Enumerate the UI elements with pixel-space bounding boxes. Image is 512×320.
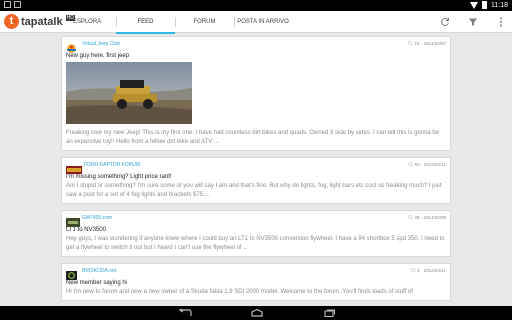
recent-apps-icon[interactable] — [322, 309, 336, 319]
notification-icon — [4, 1, 11, 8]
post-title[interactable]: New member saying hi — [62, 278, 450, 286]
tab-label: FORUM — [193, 19, 216, 25]
forum-logo-icon — [66, 214, 80, 227]
wifi-icon — [470, 1, 478, 9]
forum-logo-icon — [66, 161, 82, 174]
status-time: 11:18 — [491, 1, 508, 9]
tab-label: POSTA IN ARRIVO — [237, 19, 289, 25]
feed-card[interactable]: BRISKODA.net 🗨 4 · 2014/04/11 New member… — [61, 263, 451, 301]
notification-icons — [4, 1, 21, 8]
forum-logo-icon — [66, 40, 80, 53]
comment-count: 4 — [417, 268, 420, 273]
post-excerpt: Hi I'm new to forum and new a new owner … — [66, 289, 413, 295]
tab-posta-in-arrivo[interactable]: POSTA IN ARRIVO — [234, 11, 292, 33]
tab-feed[interactable]: FEED — [116, 11, 175, 34]
post-excerpt: Freaking love my new Jeep! This is my fi… — [66, 130, 440, 145]
post-date: 2014/04/11 — [423, 162, 446, 167]
post-excerpt: Am I stupid or something? I'm sure some … — [66, 183, 442, 198]
refresh-icon[interactable] — [438, 15, 452, 29]
tab-label: ESPLORA — [72, 19, 102, 25]
post-excerpt: Hey guys, I was wondering if anyone knew… — [66, 236, 445, 251]
post-meta: 🗨 15 · 2014/04/07 — [407, 41, 446, 46]
home-icon[interactable] — [250, 308, 264, 319]
battery-icon — [482, 1, 487, 9]
forum-name[interactable]: GM7400.com — [82, 215, 112, 221]
post-image-jeep[interactable] — [66, 62, 192, 124]
tab-divider — [116, 17, 117, 27]
feed-card[interactable]: FORD RAPTOR FORUM 🗨 52 · 2014/04/11 I'm … — [61, 157, 451, 204]
post-title[interactable]: I'm missing something? Light price rant! — [62, 172, 450, 180]
filter-icon[interactable] — [466, 15, 480, 29]
feed-card[interactable]: GM7400.com 🗨 28 · 2014/04/08 LT1 to NV35… — [61, 210, 451, 257]
tab-bar: ESPLORA FEED FORUM POSTA IN ARRIVO — [58, 11, 292, 34]
comment-count: 15 — [414, 41, 420, 46]
tab-divider — [175, 17, 176, 27]
forum-name[interactable]: BRISKODA.net — [82, 268, 116, 274]
feed-list[interactable]: Virtual Jeep Club 🗨 15 · 2014/04/07 New … — [61, 36, 451, 304]
forum-name[interactable]: Virtual Jeep Club — [82, 41, 120, 47]
comment-count: 28 — [414, 215, 420, 220]
forum-logo-icon — [66, 267, 80, 280]
back-icon[interactable] — [178, 307, 192, 319]
post-date: 2014/04/08 — [423, 215, 446, 220]
tapatalk-logo-icon: t — [4, 14, 19, 29]
tab-divider — [234, 17, 235, 27]
forum-name[interactable]: FORD RAPTOR FORUM — [84, 162, 140, 168]
post-meta: 🗨 52 · 2014/04/11 — [407, 162, 446, 167]
status-bar: 11:18 — [0, 0, 512, 11]
post-title[interactable]: New guy here, first jeep — [62, 51, 450, 59]
post-date: 2014/04/07 — [423, 41, 446, 46]
logo-text: tapatalk — [21, 15, 63, 28]
overflow-menu-icon[interactable] — [494, 15, 508, 29]
tab-forum[interactable]: FORUM — [175, 11, 234, 33]
image-notification-icon — [14, 1, 21, 8]
system-nav-bar — [0, 306, 512, 320]
post-title[interactable]: LT1 to NV3500 — [62, 225, 450, 233]
post-meta: 🗨 4 · 2014/04/11 — [410, 268, 446, 273]
post-date: 2014/04/11 — [423, 268, 446, 273]
app-bar: t tapatalk HD ESPLORA FEED FORUM POSTA I… — [0, 11, 512, 34]
post-meta: 🗨 28 · 2014/04/08 — [407, 215, 446, 220]
tab-esplora[interactable]: ESPLORA — [58, 11, 116, 33]
tab-label: FEED — [137, 19, 154, 25]
feed-card[interactable]: Virtual Jeep Club 🗨 15 · 2014/04/07 New … — [61, 36, 451, 151]
comment-count: 52 — [414, 162, 420, 167]
